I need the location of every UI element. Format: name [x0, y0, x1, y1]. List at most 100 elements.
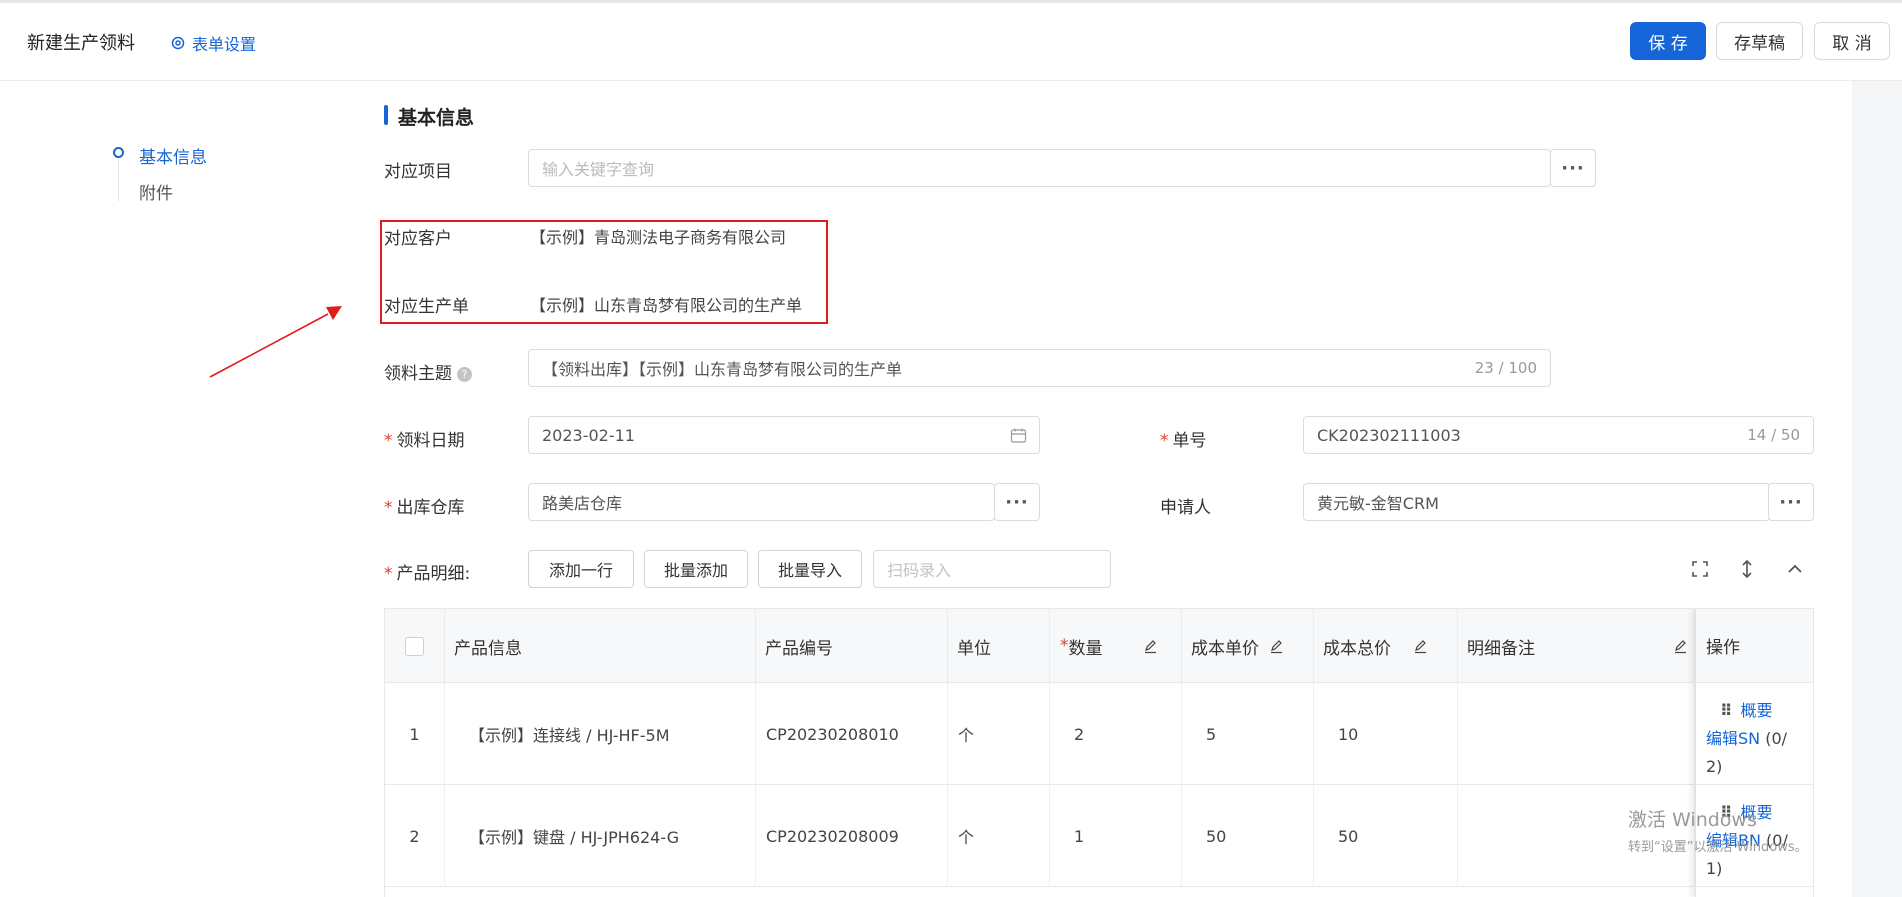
batch-import-button[interactable]: 批量导入: [758, 550, 862, 588]
right-gutter: [1852, 81, 1902, 897]
subject-counter: 23 / 100: [1474, 359, 1537, 377]
sn-count: (0/: [1765, 729, 1788, 748]
annotation-highlight-box: [380, 220, 828, 324]
subject-input[interactable]: 【领料出库】【示例】山东青岛梦有限公司的生产单 23 / 100: [528, 349, 1551, 387]
fullscreen-icon[interactable]: [1690, 559, 1710, 579]
column-product-info: 产品信息: [445, 609, 756, 683]
applicant-input[interactable]: 黄元敏-金智CRM: [1303, 483, 1770, 521]
table-header: 产品信息 产品编号 单位 * 数量 成本单价 成本总价 明细备注: [385, 609, 1813, 683]
row-note[interactable]: [1458, 785, 1695, 887]
select-all-cell: [385, 609, 445, 683]
summary-link[interactable]: 概要: [1741, 803, 1773, 822]
subject-label: 领料主题?: [384, 359, 472, 384]
gear-icon: [171, 36, 185, 50]
anchor-item-basic-info[interactable]: 基本信息: [139, 143, 207, 168]
order-no-value: CK202302111003: [1317, 425, 1461, 445]
project-more-button[interactable]: ···: [1550, 149, 1596, 187]
row-unit-cost[interactable]: 5: [1182, 683, 1314, 785]
anchor-nav: 基本信息 附件: [0, 81, 346, 897]
row-total-cost[interactable]: 50: [1314, 785, 1458, 887]
column-unit-cost: 成本单价: [1182, 609, 1314, 683]
summary-link[interactable]: 概要: [1741, 701, 1773, 720]
drag-handle-icon[interactable]: ⠿: [1720, 803, 1733, 822]
row-operations: ⠿ 概要 编辑SN (0/ 2): [1696, 683, 1813, 785]
order-no-label-text: 单号: [1172, 431, 1207, 451]
date-label: * 领料日期: [384, 426, 465, 451]
table-row: 2 【示例】键盘 / HJ-JPH624-G CP20230208009 个 1…: [385, 785, 1813, 887]
row-note[interactable]: [1458, 683, 1695, 785]
anchor-active-dot: [113, 147, 124, 158]
warehouse-input[interactable]: 路美店仓库: [528, 483, 995, 521]
required-mark: *: [1060, 636, 1069, 656]
column-quantity-label: 数量: [1068, 638, 1103, 659]
product-details-label-text: 产品明细:: [396, 564, 471, 584]
order-no-label: * 单号: [1160, 426, 1207, 451]
edit-icon[interactable]: [1413, 639, 1428, 654]
row-total-cost[interactable]: 10: [1314, 683, 1458, 785]
row-product: 【示例】键盘 / HJ-JPH624-G: [445, 785, 756, 887]
warehouse-label-text: 出库仓库: [396, 498, 465, 518]
project-input[interactable]: 输入关键字查询: [528, 149, 1551, 187]
column-quantity: * 数量: [1050, 609, 1182, 683]
batch-add-button[interactable]: 批量添加: [644, 550, 748, 588]
warehouse-more-button[interactable]: ···: [994, 483, 1040, 521]
row-quantity[interactable]: 1: [1050, 785, 1182, 887]
date-value: 2023-02-11: [542, 425, 635, 445]
warehouse-label: * 出库仓库: [384, 493, 465, 518]
project-label: 对应项目: [384, 162, 452, 182]
row-unit: 个: [948, 683, 1050, 785]
required-mark: *: [384, 431, 393, 451]
row-index: 1: [385, 683, 445, 785]
column-note: 明细备注: [1458, 609, 1695, 683]
edit-icon[interactable]: [1269, 639, 1284, 654]
column-total-cost-label: 成本总价: [1323, 638, 1391, 659]
section-title: 基本信息: [398, 107, 475, 129]
row-quantity[interactable]: 2: [1050, 683, 1182, 785]
sn-count-total: 2): [1706, 757, 1723, 776]
annotation-arrow: [209, 306, 342, 378]
page-header: 新建生产领料 表单设置 保 存 存草稿 取 消: [0, 3, 1902, 81]
row-unit-cost[interactable]: 50: [1182, 785, 1314, 887]
expand-vertical-icon[interactable]: [1737, 559, 1757, 579]
applicant-label: 申请人: [1160, 498, 1211, 518]
chevron-up-icon[interactable]: [1785, 559, 1805, 579]
date-label-text: 领料日期: [396, 431, 465, 451]
subject-value: 【领料出库】【示例】山东青岛梦有限公司的生产单: [542, 360, 903, 379]
add-row-button[interactable]: 添加一行: [528, 550, 634, 588]
edit-icon[interactable]: [1143, 639, 1158, 654]
select-all-checkbox[interactable]: [405, 636, 424, 656]
help-icon[interactable]: ?: [457, 367, 472, 382]
date-input[interactable]: 2023-02-11: [528, 416, 1040, 454]
required-mark: *: [384, 564, 393, 584]
product-table: 产品信息 产品编号 单位 * 数量 成本单价 成本总价 明细备注 1 【示例】连接…: [384, 608, 1814, 897]
edit-sn-link[interactable]: 编辑SN: [1706, 729, 1760, 748]
drag-handle-icon[interactable]: ⠿: [1720, 701, 1733, 720]
anchor-item-attachments[interactable]: 附件: [139, 179, 173, 204]
column-product-code: 产品编号: [756, 609, 948, 683]
row-product: 【示例】连接线 / HJ-HF-5M: [445, 683, 756, 785]
required-mark: *: [1160, 431, 1169, 451]
save-draft-button[interactable]: 存草稿: [1716, 22, 1803, 60]
edit-bn-link[interactable]: 编辑BN: [1706, 831, 1761, 850]
row-index: 2: [385, 785, 445, 887]
column-unit: 单位: [948, 609, 1050, 683]
row-product-code: CP20230208009: [756, 785, 948, 887]
applicant-more-button[interactable]: ···: [1768, 483, 1814, 521]
bn-count: (0/: [1766, 831, 1788, 850]
operations-column: 操作 ⠿ 概要 编辑SN (0/ 2) ⠿ 概要 编辑BN (0/ 1): [1695, 609, 1813, 897]
page-title: 新建生产领料: [27, 33, 135, 54]
row-unit: 个: [948, 785, 1050, 887]
table-row: 1 【示例】连接线 / HJ-HF-5M CP20230208010 个 2 5…: [385, 683, 1813, 785]
column-operations: 操作: [1696, 609, 1813, 683]
row-operations: ⠿ 概要 编辑BN (0/ 1): [1696, 785, 1813, 887]
form-settings-link[interactable]: 表单设置: [170, 31, 256, 55]
column-note-label: 明细备注: [1467, 638, 1535, 659]
order-no-input[interactable]: CK202302111003 14 / 50: [1303, 416, 1814, 454]
scan-input[interactable]: 扫码录入: [873, 550, 1111, 588]
cancel-button[interactable]: 取 消: [1814, 22, 1890, 60]
product-details-label: * 产品明细:: [384, 559, 470, 584]
save-button[interactable]: 保 存: [1630, 22, 1706, 60]
edit-icon[interactable]: [1673, 639, 1688, 654]
form-settings-label: 表单设置: [192, 35, 257, 54]
subject-label-text: 领料主题: [384, 364, 452, 384]
